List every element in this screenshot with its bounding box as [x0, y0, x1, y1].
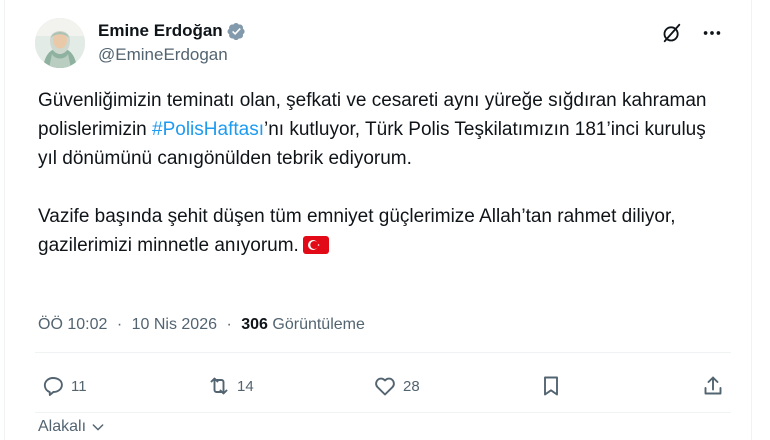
- heart-icon: [375, 377, 395, 396]
- like-count: 28: [403, 377, 420, 395]
- hashtag-link[interactable]: #PolisHaftası: [152, 119, 264, 140]
- author-handle[interactable]: @EmineErdogan: [98, 44, 246, 66]
- reply-icon: [43, 377, 63, 396]
- share-icon: [704, 376, 722, 395]
- views-label: Görüntüleme: [272, 316, 365, 333]
- portrait-avatar-icon: [35, 18, 85, 68]
- divider-bottom: [35, 412, 731, 413]
- tweet-meta: ÖÖ 10:02 · 10 Nis 2026 · 306 Görüntüleme: [38, 314, 365, 336]
- tweet-card: Emine Erdoğan @EmineErdogan Güvenliğimiz…: [4, 0, 752, 440]
- reply-button[interactable]: 11: [41, 374, 87, 398]
- related-label: Alakalı: [38, 418, 87, 435]
- tweet-text-part: Vazife başında şehit düşen tüm emniyet g…: [38, 206, 676, 256]
- tweet-time[interactable]: ÖÖ 10:02: [38, 316, 107, 333]
- tweet-text: Güvenliğimizin teminatı olan, şefkati ve…: [38, 86, 728, 260]
- meta-separator: ·: [226, 316, 232, 333]
- more-dots-icon[interactable]: [699, 20, 725, 46]
- verified-badge-icon: [227, 22, 245, 40]
- divider-top: [35, 352, 731, 353]
- tweet-date[interactable]: 10 Nis 2026: [132, 316, 217, 333]
- bookmark-icon: [544, 376, 558, 396]
- related-toggle[interactable]: Alakalı: [38, 418, 106, 436]
- tweet-paragraph-1: Güvenliğimizin teminatı olan, şefkati ve…: [38, 86, 728, 173]
- reply-count: 11: [71, 377, 87, 395]
- tweet-header: Emine Erdoğan @EmineErdogan: [35, 18, 731, 70]
- chevron-down-icon: [92, 424, 104, 431]
- views-count: 306: [241, 316, 268, 333]
- bookmark-button[interactable]: [539, 374, 563, 398]
- meta-separator: ·: [116, 316, 123, 333]
- turkey-flag-icon: [302, 236, 329, 254]
- retweet-count: 14: [237, 377, 254, 395]
- tweet-paragraph-2: Vazife başında şehit düşen tüm emniyet g…: [38, 202, 728, 260]
- author-name-row[interactable]: Emine Erdoğan: [98, 20, 246, 42]
- author-avatar[interactable]: [35, 18, 85, 68]
- author-info: Emine Erdoğan @EmineErdogan: [98, 20, 246, 66]
- retweet-button[interactable]: 14: [207, 374, 254, 398]
- tweet-actions: 11 14 28: [41, 374, 725, 404]
- share-button[interactable]: [701, 374, 725, 398]
- author-display-name[interactable]: Emine Erdoğan: [98, 20, 223, 42]
- like-button[interactable]: 28: [373, 374, 420, 398]
- retweet-icon: [210, 377, 228, 395]
- grok-icon[interactable]: [661, 22, 683, 44]
